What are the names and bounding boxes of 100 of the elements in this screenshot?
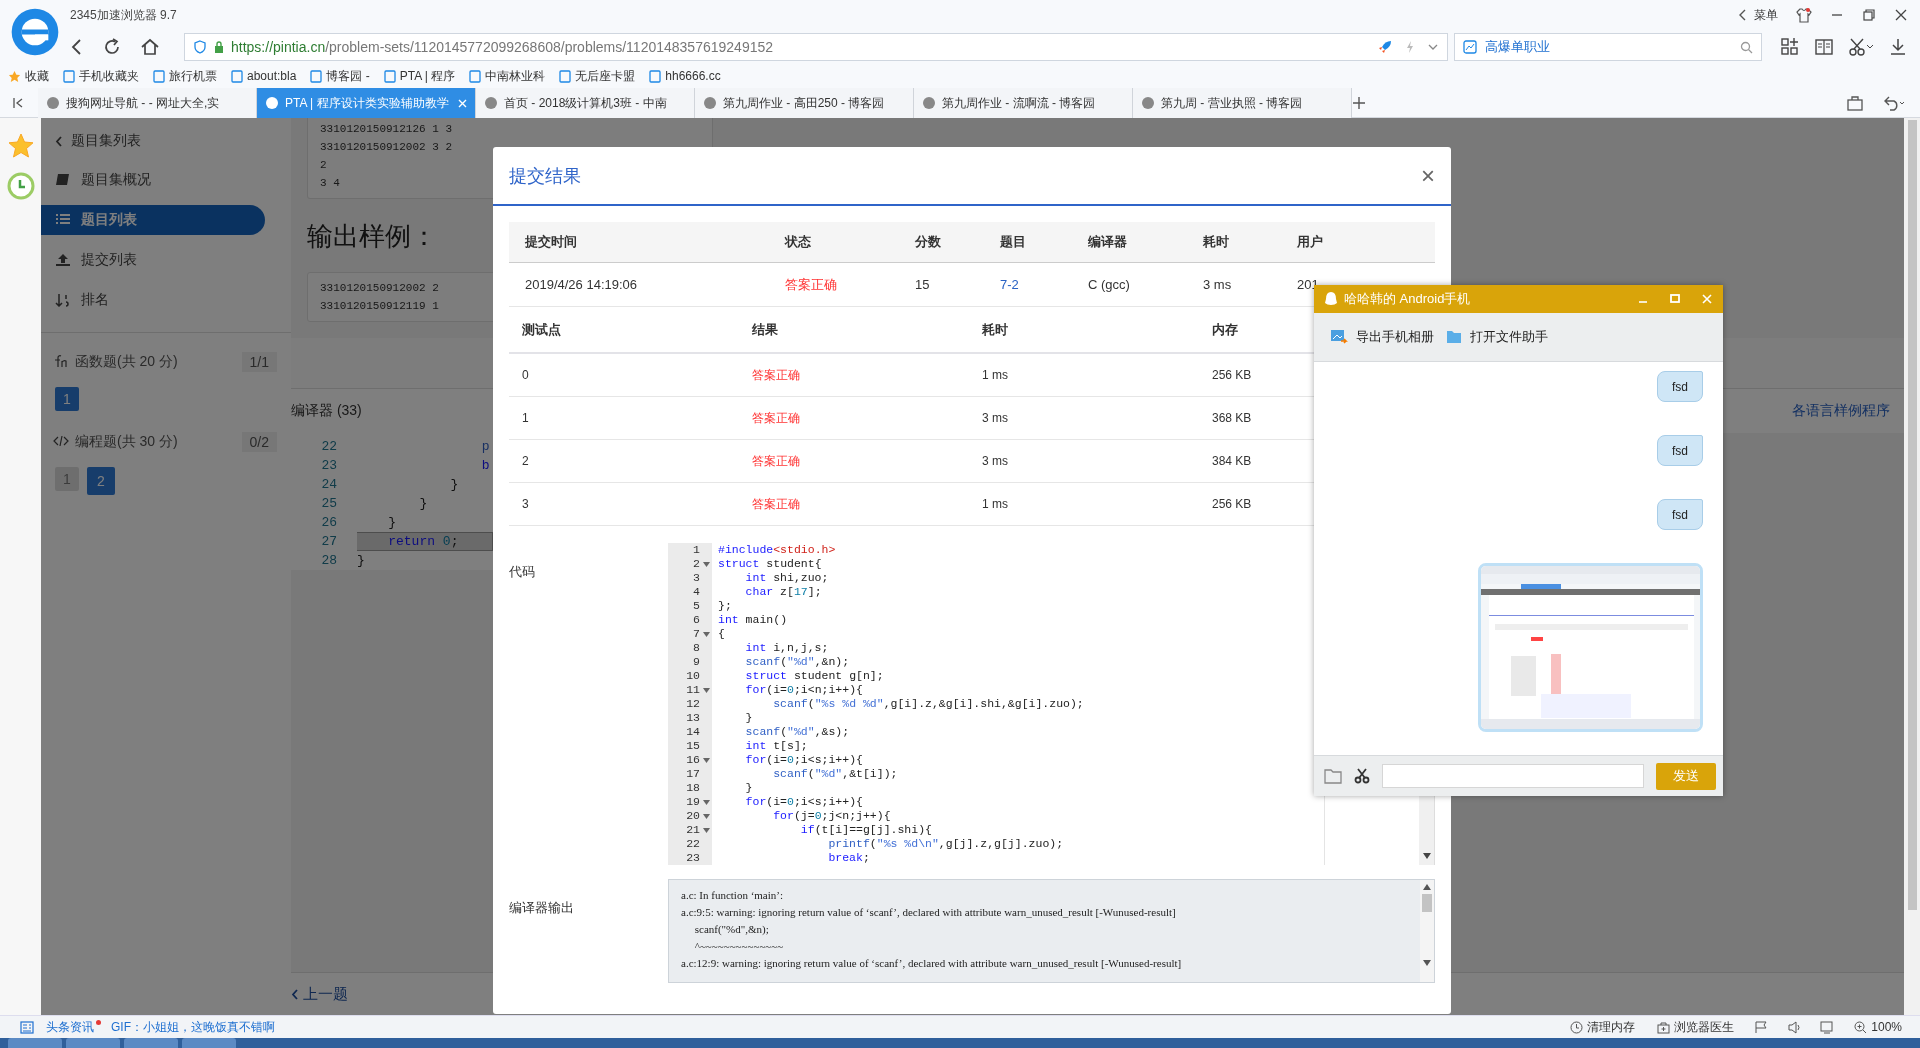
news-link[interactable]: 头条资讯 [46, 1018, 94, 1036]
upload-icon [55, 253, 71, 267]
chevron-down-icon[interactable] [1427, 42, 1439, 52]
book-icon [55, 173, 71, 187]
message-input[interactable] [1382, 764, 1644, 788]
search-icon[interactable] [1740, 40, 1753, 54]
star-icon [8, 69, 21, 83]
scrollbar[interactable] [1904, 118, 1920, 1015]
restore-icon[interactable] [1862, 8, 1876, 22]
bookmark[interactable]: about:bla [231, 69, 297, 83]
site-icon [46, 96, 60, 110]
code-line: int shi,zuo; [744, 571, 829, 585]
line-number: 22 [320, 438, 338, 456]
new-tab-icon[interactable] [1352, 96, 1366, 110]
code-line: int t[s]; [744, 739, 808, 753]
rocket-icon[interactable] [1377, 39, 1393, 55]
section-heading: 输出样例： [307, 220, 437, 253]
page-icon [649, 69, 662, 83]
chevron-left-icon[interactable] [1738, 9, 1748, 21]
clock-icon[interactable] [6, 172, 35, 200]
site-icon [1141, 96, 1155, 110]
line-number: 21 [686, 823, 700, 837]
penguin-icon [1324, 291, 1338, 307]
fold-arrow-icon[interactable] [702, 631, 710, 637]
table-cell: 1 ms [982, 368, 1008, 382]
table-cell: 1 [522, 411, 529, 425]
scroll-down-icon[interactable] [1423, 960, 1431, 966]
column-header: 编译器 [1088, 233, 1127, 251]
sample-line: 3310120150912119 1 [320, 299, 439, 314]
line-number: 1 [693, 543, 700, 557]
scroll-down-icon[interactable] [1422, 853, 1431, 859]
bookmark[interactable]: 无后座卡盟 [559, 67, 636, 85]
bookmark[interactable]: hh6666.cc [649, 69, 721, 83]
browser-tab[interactable]: 搜狗网址导航 - - 网址大全,实 [38, 88, 257, 118]
back-icon[interactable] [70, 38, 84, 56]
browser-tab[interactable]: 第九周作业 - 高田250 - 博客园 [695, 88, 914, 118]
toolbar-button[interactable]: 打开文件助手 [1446, 328, 1548, 346]
line-number: 4 [693, 585, 700, 599]
star-icon[interactable] [6, 132, 35, 160]
close-button[interactable]: × [1421, 161, 1435, 190]
fold-arrow-icon[interactable] [702, 687, 710, 693]
scroll-up-icon[interactable] [1423, 884, 1431, 890]
download-icon[interactable] [1888, 37, 1908, 57]
shirt-icon[interactable] [1796, 7, 1812, 23]
column-header: 提交时间 [525, 233, 577, 251]
nav-item[interactable]: 题目集概况 [41, 165, 265, 195]
status-button[interactable]: 浏览器医生 [1657, 1018, 1735, 1036]
scissors-icon[interactable] [1848, 37, 1874, 57]
line-number: 14 [686, 725, 700, 739]
zoom-icon [1854, 1020, 1868, 1034]
reader-icon[interactable] [1814, 37, 1834, 57]
browser-tab[interactable]: 第九周 - 营业执照 - 博客园 [1133, 88, 1352, 118]
browser-tab[interactable]: 第九周作业 - 流啊流 - 博客园 [914, 88, 1133, 118]
zoom-button[interactable]: 100% [1854, 1020, 1902, 1034]
sample-line: 2 [320, 158, 327, 173]
speaker-icon[interactable] [1788, 1020, 1803, 1034]
page-icon [153, 69, 165, 83]
menu-button[interactable]: 菜单 [1754, 6, 1778, 24]
bookmark[interactable]: 博客园 - [310, 67, 370, 85]
scroll-thumb[interactable] [1422, 894, 1432, 912]
previous-link[interactable]: 上一题 [291, 984, 348, 1004]
refresh-icon[interactable] [102, 37, 122, 57]
scissors-icon[interactable] [1354, 768, 1370, 784]
line-number: 6 [693, 613, 700, 627]
bookmark[interactable]: 中南林业科 [469, 67, 546, 85]
home-icon[interactable] [140, 37, 160, 57]
table-cell: 368 KB [1212, 411, 1252, 425]
bookmark[interactable]: 收藏 [8, 67, 49, 85]
fold-arrow-icon[interactable] [702, 757, 710, 763]
close-icon[interactable] [1894, 8, 1908, 22]
code-line: printf("%s %d\n",g[j].z,g[j].zuo); [827, 837, 1064, 851]
nav-item[interactable]: 提交列表 [41, 245, 265, 275]
line-number: 18 [686, 781, 700, 795]
compiler-selector[interactable]: 编译器 (33) [291, 402, 362, 420]
chart-icon [1463, 40, 1477, 54]
nav-item[interactable]: 排名 [41, 285, 265, 315]
fold-arrow-icon[interactable] [702, 561, 710, 567]
section-title: 编程题(共 30 分) [75, 433, 178, 451]
code-line: scanf("%d",&n); [744, 655, 850, 669]
code-line: } [387, 514, 396, 532]
page-icon [559, 69, 572, 83]
problem-link[interactable]: 7-2 [1000, 277, 1019, 292]
grid-icon[interactable] [1780, 37, 1800, 57]
bookmark[interactable]: 旅行机票 [153, 67, 217, 85]
code-line: p [480, 438, 490, 456]
bag-icon[interactable] [1846, 94, 1864, 112]
lock-icon [213, 40, 225, 54]
back-link[interactable]: 题目集列表 [41, 132, 291, 160]
address-field[interactable]: https://pintia.cn/problem-sets/1120145772099268608/problems/1120148357619249152 [184, 33, 1448, 61]
search-field[interactable]: 高爆单职业 [1454, 33, 1762, 61]
chevron-left-icon [291, 988, 299, 1000]
score-count: 1/1 [241, 352, 277, 372]
news-headline[interactable]: GIF：小姐姐，这晚饭真不错啊 [111, 1018, 275, 1036]
browser-tab[interactable]: 首页 - 2018级计算机3班 - 中南 [476, 88, 695, 118]
bookmark[interactable]: PTA | 程序 [383, 67, 456, 85]
toolbar-button[interactable]: 导出手机相册 [1330, 328, 1434, 346]
message-bubble: fsd [1657, 499, 1703, 530]
status-button[interactable]: 清理内存 [1570, 1018, 1636, 1036]
undo-icon[interactable] [1882, 94, 1906, 112]
bookmark[interactable]: 手机收藏夹 [63, 67, 139, 85]
